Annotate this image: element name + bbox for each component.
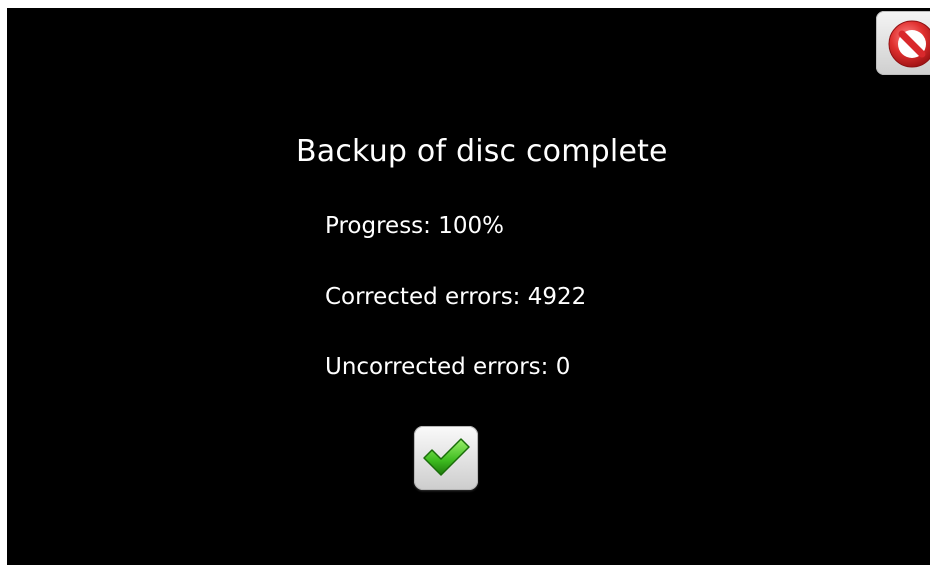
confirm-button[interactable]: [414, 426, 478, 490]
backup-complete-screen: Backup of disc complete Progress: 100% C…: [7, 8, 930, 565]
progress-text: Progress: 100%: [325, 213, 504, 239]
close-button[interactable]: [876, 11, 930, 75]
checkmark-icon: [423, 438, 470, 476]
uncorrected-errors-text: Uncorrected errors: 0: [325, 354, 571, 380]
no-entry-icon: [888, 20, 930, 68]
dialog-title: Backup of disc complete: [296, 134, 668, 169]
corrected-errors-text: Corrected errors: 4922: [325, 284, 587, 310]
